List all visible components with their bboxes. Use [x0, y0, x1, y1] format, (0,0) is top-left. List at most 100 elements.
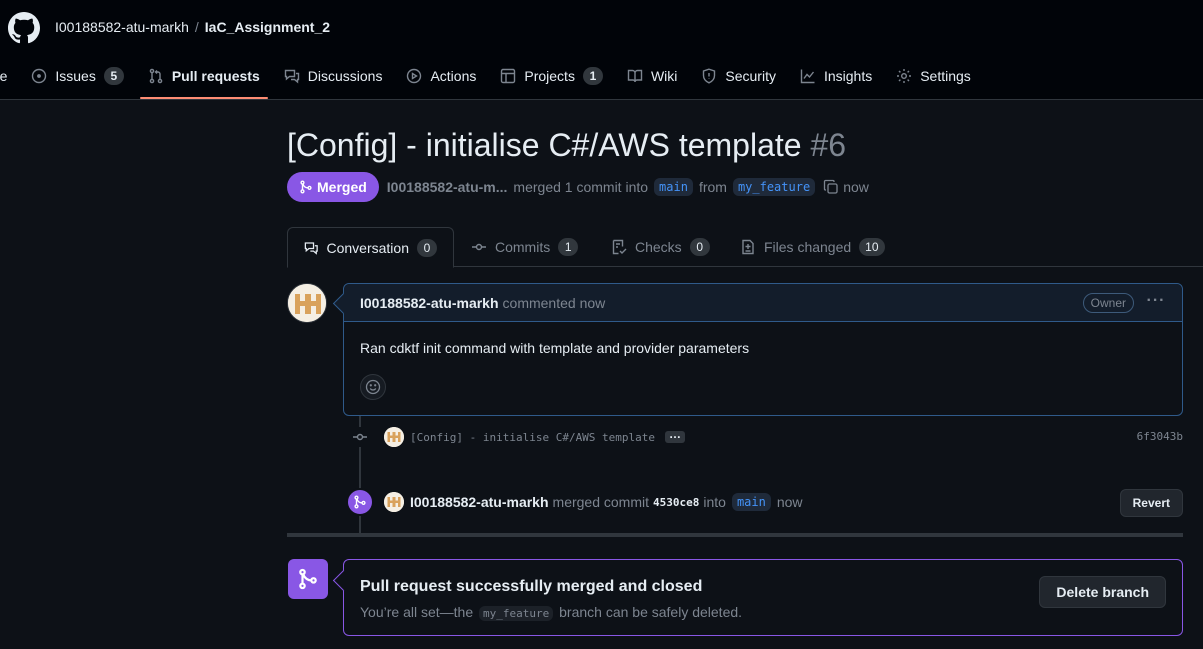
tab-files-changed[interactable]: Files changed 10 — [724, 227, 901, 267]
issues-count-badge: 5 — [103, 67, 124, 85]
comment-author-link[interactable]: I00188582-atu-markh — [360, 295, 499, 311]
avatar[interactable] — [287, 283, 327, 323]
commit-dot — [350, 427, 370, 447]
pr-title-text: [Config] - initialise C#/AWS template — [287, 127, 802, 163]
commit-icon — [353, 433, 367, 441]
breadcrumb-separator: / — [194, 19, 199, 35]
merged-sub-before: You’re all set—the — [360, 604, 474, 620]
tab-issues[interactable]: Issues 5 — [23, 60, 131, 92]
merge-time: now — [776, 494, 803, 510]
tab-pull-requests[interactable]: Pull requests — [139, 60, 268, 99]
checklist-icon — [612, 239, 627, 255]
merged-sub-after: branch can be safely deleted. — [559, 604, 743, 620]
pr-author-link[interactable]: I00188582-atu-m... — [387, 179, 508, 195]
identicon-avatar-icon — [288, 284, 326, 322]
comment-body: Ran cdktf init command with template and… — [360, 340, 750, 356]
pr-number: #6 — [810, 127, 847, 163]
tab-security[interactable]: Security — [693, 60, 784, 92]
pr-from-text: from — [698, 179, 727, 195]
tab-settings[interactable]: Settings — [888, 60, 979, 92]
pr-merge-text: merged 1 commit into — [513, 179, 649, 195]
tab-discussions[interactable]: Discussions — [276, 60, 391, 92]
tab-checks-label: Checks — [635, 239, 682, 255]
book-icon — [627, 69, 643, 83]
merge-branch-link[interactable]: main — [731, 493, 771, 511]
tab-code[interactable]: ode — [0, 60, 15, 92]
pr-tabs: Conversation 0 Commits 1 Checks 0 Files … — [287, 227, 1203, 268]
tab-security-label: Security — [725, 68, 776, 84]
breadcrumb: I00188582-atu-markh / IaC_Assignment_2 — [55, 19, 330, 35]
merge-event-badge — [346, 488, 374, 516]
commit-author-avatar[interactable] — [384, 427, 404, 447]
projects-table-icon — [501, 68, 516, 84]
merged-status-title: Pull request successfully merged and clo… — [360, 578, 703, 595]
tab-projects[interactable]: Projects 1 — [492, 60, 611, 92]
merge-commit-sha-link[interactable]: 4530ce8 — [653, 496, 699, 509]
tab-projects-label: Projects — [524, 68, 575, 84]
identicon-avatar-icon — [384, 427, 404, 447]
head-branch-link[interactable]: my_feature — [732, 178, 816, 196]
comment-header: I00188582-atu-markh commented now Owner … — [344, 284, 1182, 322]
breadcrumb-repo-link[interactable]: IaC_Assignment_2 — [205, 19, 330, 35]
actions-play-icon — [407, 68, 422, 84]
pr-title: [Config] - initialise C#/AWS template #6 — [287, 127, 846, 164]
tab-actions-label: Actions — [430, 68, 477, 84]
expand-commit-button[interactable]: … — [665, 428, 686, 443]
projects-count-badge: 1 — [582, 67, 603, 85]
identicon-avatar-icon — [384, 492, 404, 512]
tab-wiki[interactable]: Wiki — [619, 60, 685, 92]
github-logo-icon[interactable] — [8, 12, 40, 44]
merge-event: I00188582-atu-markh merged commit 4530ce… — [346, 486, 1183, 518]
graph-icon — [800, 69, 815, 84]
breadcrumb-owner-link[interactable]: I00188582-atu-markh — [55, 19, 189, 35]
tab-files-changed-count: 10 — [859, 238, 885, 256]
tab-files-changed-label: Files changed — [764, 239, 852, 255]
file-diff-icon — [742, 239, 754, 255]
commit-message-link[interactable]: [Config] - initialise C#/AWS template — [410, 431, 655, 444]
comment-discussion-icon — [304, 241, 318, 255]
comment-card: I00188582-atu-markh commented now Owner … — [343, 283, 1183, 416]
tab-conversation-label: Conversation — [326, 239, 410, 256]
tab-commits[interactable]: Commits 1 — [455, 227, 594, 267]
tab-actions[interactable]: Actions — [398, 60, 484, 92]
tab-wiki-label: Wiki — [650, 68, 678, 84]
commit-sha-link[interactable]: 6f3043b — [1137, 430, 1183, 443]
merge-author-link[interactable]: I00188582-atu-markh — [410, 494, 549, 510]
pr-state-row: Merged I00188582-atu-m... merged 1 commi… — [287, 172, 869, 202]
merge-icon — [300, 180, 312, 194]
kebab-menu-icon[interactable]: ··· — [1146, 292, 1166, 312]
tab-checks[interactable]: Checks 0 — [595, 227, 726, 267]
smiley-icon — [365, 379, 381, 395]
merge-icon — [354, 495, 366, 509]
base-branch-link[interactable]: main — [654, 178, 693, 196]
tab-settings-label: Settings — [920, 68, 971, 84]
tab-checks-count: 0 — [689, 238, 710, 256]
revert-button[interactable]: Revert — [1119, 489, 1183, 517]
tab-conversation-count: 0 — [417, 238, 437, 257]
tab-code-label: ode — [0, 68, 8, 84]
merged-state-label: Merged — [317, 179, 367, 195]
commit-event: [Config] - initialise C#/AWS template … … — [350, 426, 1183, 448]
copy-icon[interactable] — [823, 179, 839, 195]
merge-event-text: merged commit — [552, 494, 649, 510]
tab-commits-label: Commits — [495, 239, 551, 255]
tab-insights-label: Insights — [823, 68, 873, 84]
pull-request-icon — [149, 68, 163, 84]
tab-commits-count: 1 — [558, 238, 579, 256]
tab-conversation[interactable]: Conversation 0 — [287, 227, 454, 268]
issue-icon — [32, 68, 47, 84]
merge-icon — [299, 568, 317, 590]
tab-pull-requests-label: Pull requests — [171, 68, 260, 84]
add-reaction-button[interactable] — [360, 374, 386, 400]
merged-branch-name: my_feature — [479, 606, 554, 621]
gear-icon — [897, 69, 912, 83]
pr-time: now — [843, 179, 869, 195]
merge-author-avatar[interactable] — [384, 492, 404, 512]
merged-status-card: Pull request successfully merged and clo… — [343, 559, 1183, 636]
repo-nav: ode Issues 5 Pull requests Discussions A… — [0, 60, 987, 100]
timeline-divider — [287, 533, 1183, 537]
shield-icon — [703, 68, 716, 84]
tab-insights[interactable]: Insights — [792, 60, 880, 92]
merged-status-subtitle: You’re all set—the my_feature branch can… — [360, 604, 742, 621]
delete-branch-button[interactable]: Delete branch — [1039, 576, 1166, 608]
